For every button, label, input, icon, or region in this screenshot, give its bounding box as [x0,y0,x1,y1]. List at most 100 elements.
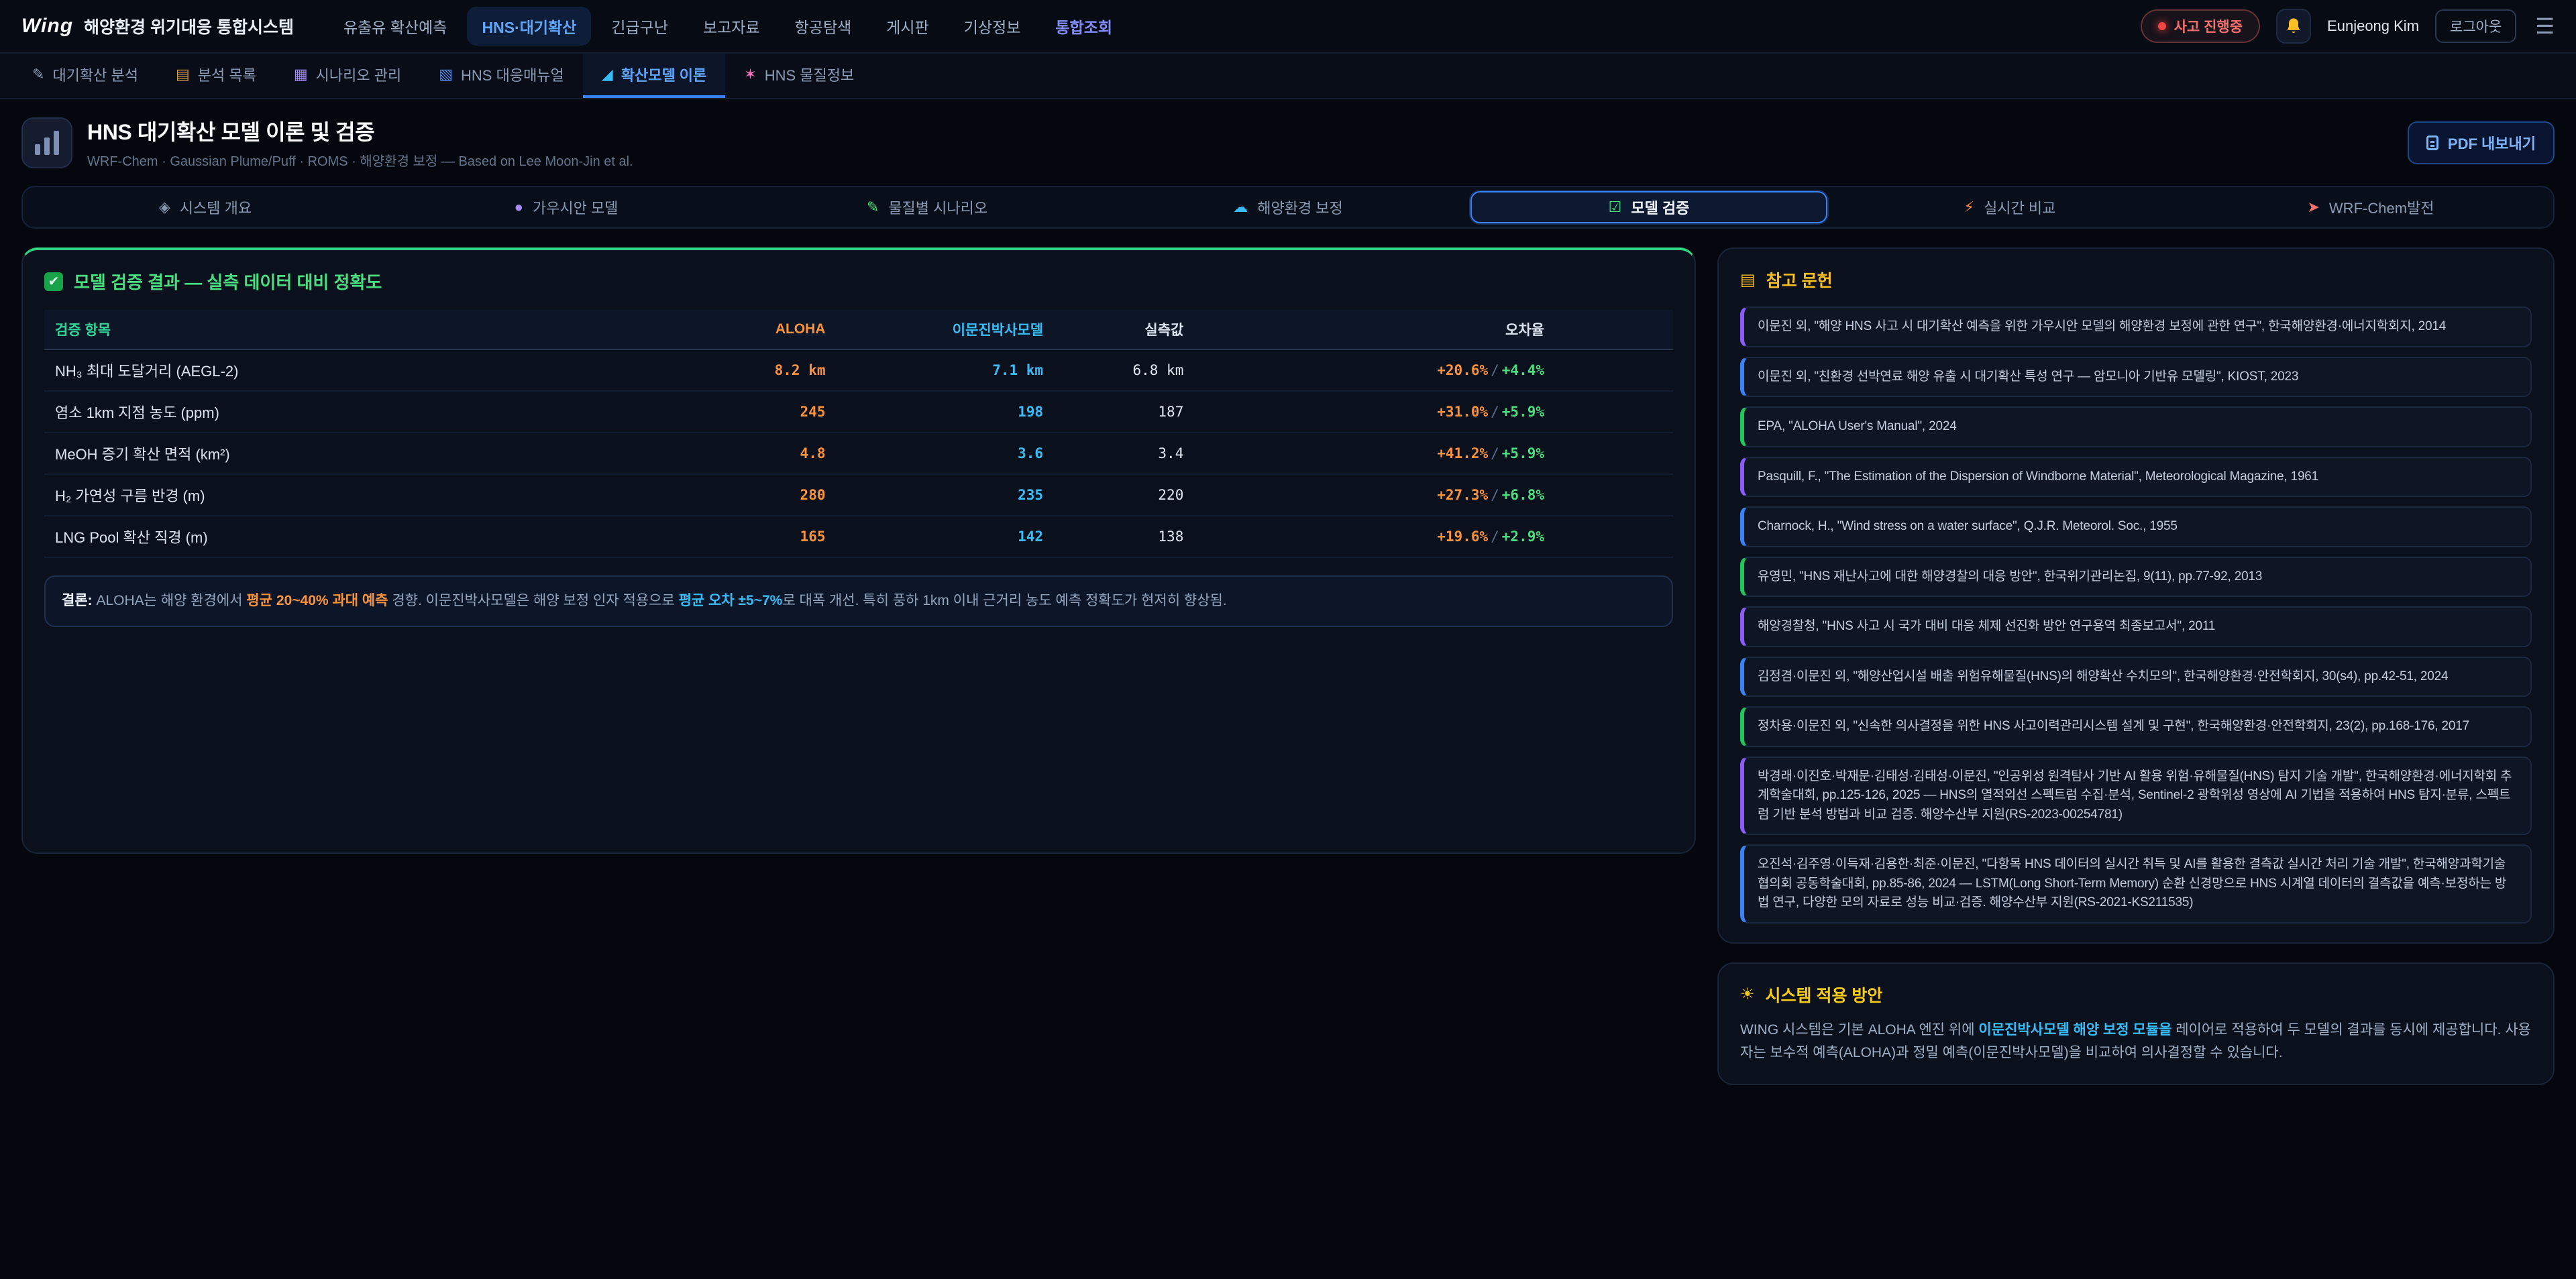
bell-icon [2284,17,2303,36]
cell-model: 198 [836,391,1054,433]
book-icon: ▤ [1740,270,1756,290]
section-tab-label: WRF-Chem발전 [2329,197,2434,218]
reference-text: 김정겸·이문진 외, "해양산업시설 배출 위험유해물질(HNS)의 해양확산 … [1758,669,2448,683]
application-text: WING 시스템은 기본 ALOHA 엔진 위에 이문진박사모델 해양 보정 모… [1740,1019,2532,1065]
subnav-tab-label: HNS 물질정보 [765,64,855,85]
section-tab-label: 모델 검증 [1631,197,1689,218]
subnav-tab[interactable]: ▧ HNS 대응매뉴얼 [420,54,583,98]
section-tab[interactable]: ◈ 시스템 개요 [27,191,384,223]
logout-button[interactable]: 로그아웃 [2435,9,2516,43]
app-title: 해양환경 위기대응 통합시스템 [84,14,294,38]
main-menu-item[interactable]: 게시판 [871,7,943,46]
cell-error: +19.6%/+2.9% [1194,516,1673,557]
main-menu-item[interactable]: HNS·대기확산 [467,7,591,46]
pdf-export-button[interactable]: PDF 내보내기 [2408,121,2555,164]
reference-item[interactable]: 이문진 외, "해양 HNS 사고 시 대기확산 예측을 위한 가우시안 모델의… [1740,307,2532,347]
error-aloha: +31.0% [1437,404,1488,420]
subnav-tab-icon: ✎ [32,66,44,83]
cell-item: NH₃ 최대 도달거리 (AEGL-2) [44,349,696,391]
table-header-row: 검증 항목 ALOHA 이문진박사모델 실측값 오차율 [44,310,1673,349]
reference-item[interactable]: 이문진 외, "친환경 선박연료 해양 유출 시 대기확산 특성 연구 — 암모… [1740,357,2532,398]
reference-list: 이문진 외, "해양 HNS 사고 시 대기확산 예측을 위한 가우시안 모델의… [1740,307,2532,924]
main-menu-item[interactable]: 항공탐색 [780,7,867,46]
section-tab[interactable]: ● 가우시안 모델 [388,191,745,223]
incident-status-badge[interactable]: 사고 진행중 [2141,9,2260,43]
reference-item[interactable]: 오진석·김주영·이득재·김용한·최준·이문진, "다항목 HNS 데이터의 실시… [1740,844,2532,924]
subnav-tab-label: 대기확산 분석 [52,64,138,85]
section-tab-label: 시스템 개요 [180,197,252,218]
reference-text: 이문진 외, "친환경 선박연료 해양 유출 시 대기확산 특성 연구 — 암모… [1758,370,2298,384]
application-title: ☀ 시스템 적용 방안 [1740,983,2532,1007]
reference-item[interactable]: 박경래·이진호·박재문·김태성·김태성·이문진, "인공위성 원격탐사 기반 A… [1740,757,2532,836]
cell-error: +27.3%/+6.8% [1194,474,1673,516]
main-menu-item[interactable]: 유출유 확산예측 [329,7,462,46]
error-aloha: +19.6% [1437,529,1488,545]
cell-aloha: 245 [696,391,836,433]
cell-item: LNG Pool 확산 직경 (m) [44,516,696,557]
cell-aloha: 8.2 km [696,349,836,391]
subnav-tab[interactable]: ✶ HNS 물질정보 [725,54,873,98]
right-column: ▤ 참고 문헌 이문진 외, "해양 HNS 사고 시 대기확산 예측을 위한 … [1717,247,2555,1085]
section-tab-label: 가우시안 모델 [533,197,619,218]
user-name: Eunjeong Kim [2327,17,2419,35]
main-menu-item[interactable]: 통합조회 [1040,7,1127,46]
notifications-bell-button[interactable] [2276,9,2311,44]
reference-item[interactable]: Charnock, H., "Wind stress on a water su… [1740,506,2532,547]
section-tab[interactable]: ⚡ 실시간 비교 [1831,191,2188,223]
subnav-tab-icon: ▧ [439,66,453,83]
section-tabs: ◈ 시스템 개요 ● 가우시안 모델 ✎ 물질별 시나리오 ☁ 해양환경 보정 … [21,186,2555,229]
subnav-tab[interactable]: ✎ 대기확산 분석 [13,54,157,98]
main-menu-item[interactable]: 긴급구난 [596,7,683,46]
subnav-tab[interactable]: ▤ 분석 목록 [157,54,275,98]
section-tab[interactable]: ☑ 모델 검증 [1470,191,1827,223]
subnav-tab-icon: ▤ [176,66,190,83]
error-separator: / [1491,362,1499,378]
section-tab-icon: ◈ [159,199,170,216]
error-aloha: +20.6% [1437,362,1488,378]
subnav-tab[interactable]: ▦ 시나리오 관리 [275,54,420,98]
section-tab-icon: ● [515,199,523,216]
subnav-tab[interactable]: ◢ 확산모델 이론 [583,54,725,98]
cell-measured: 138 [1054,516,1194,557]
error-aloha: +27.3% [1437,487,1488,503]
section-tab-label: 실시간 비교 [1984,197,2055,218]
subnav-tab-label: HNS 대응매뉴얼 [461,64,564,85]
section-tab-icon: ☁ [1233,199,1248,216]
section-tab[interactable]: ➤ WRF-Chem발전 [2192,191,2549,223]
reference-text: EPA, "ALOHA User's Manual", 2024 [1758,419,1957,433]
error-model: +2.9% [1502,529,1544,545]
reference-text: 정차용·이문진 외, "신속한 의사결정을 위한 HNS 사고이력관리시스템 설… [1758,719,2469,733]
cell-error: +41.2%/+5.9% [1194,433,1673,474]
section-tab[interactable]: ✎ 물질별 시나리오 [749,191,1106,223]
check-icon: ✔ [44,272,63,291]
pdf-export-label: PDF 내보내기 [2448,132,2536,154]
reference-item[interactable]: EPA, "ALOHA User's Manual", 2024 [1740,406,2532,447]
sub-navigation: ✎ 대기확산 분석 ▤ 분석 목록 ▦ 시나리오 관리 ▧ HNS 대응매뉴얼 … [0,54,2576,99]
cell-aloha: 280 [696,474,836,516]
section-tab[interactable]: ☁ 해양환경 보정 [1110,191,1466,223]
hamburger-menu-icon[interactable]: ☰ [2535,13,2555,39]
error-separator: / [1491,487,1499,503]
table-row: NH₃ 최대 도달거리 (AEGL-2) 8.2 km 7.1 km 6.8 k… [44,349,1673,391]
reference-item[interactable]: 정차용·이문진 외, "신속한 의사결정을 위한 HNS 사고이력관리시스템 설… [1740,706,2532,747]
reference-item[interactable]: Pasquill, F., "The Estimation of the Dis… [1740,457,2532,498]
incident-status-label: 사고 진행중 [2174,16,2243,36]
references-title: ▤ 참고 문헌 [1740,268,2532,292]
reference-text: 해양경찰청, "HNS 사고 시 국가 대비 대응 체제 선진화 방안 연구용역… [1758,619,2215,633]
reference-item[interactable]: 김정겸·이문진 외, "해양산업시설 배출 위험유해물질(HNS)의 해양확산 … [1740,657,2532,698]
column-header-item: 검증 항목 [44,310,696,349]
error-model: +5.9% [1502,404,1544,420]
main-menu-item[interactable]: 보고자료 [688,7,775,46]
error-separator: / [1491,529,1499,545]
page-header-left: HNS 대기확산 모델 이론 및 검증 WRF-Chem · Gaussian … [21,115,633,170]
section-tab-label: 물질별 시나리오 [888,197,987,218]
error-separator: / [1491,445,1499,461]
reference-item[interactable]: 해양경찰청, "HNS 사고 시 국가 대비 대응 체제 선진화 방안 연구용역… [1740,606,2532,647]
reference-text: 이문진 외, "해양 HNS 사고 시 대기확산 예측을 위한 가우시안 모델의… [1758,319,2446,333]
reference-item[interactable]: 유영민, "HNS 재난사고에 대한 해양경찰의 대응 방안", 한국위기관리논… [1740,557,2532,598]
main-menu-item[interactable]: 기상정보 [949,7,1036,46]
cell-measured: 220 [1054,474,1194,516]
cell-measured: 3.4 [1054,433,1194,474]
subnav-tab-label: 시나리오 관리 [316,64,402,85]
topnav-right: 사고 진행중 Eunjeong Kim 로그아웃 ☰ [2141,9,2555,44]
